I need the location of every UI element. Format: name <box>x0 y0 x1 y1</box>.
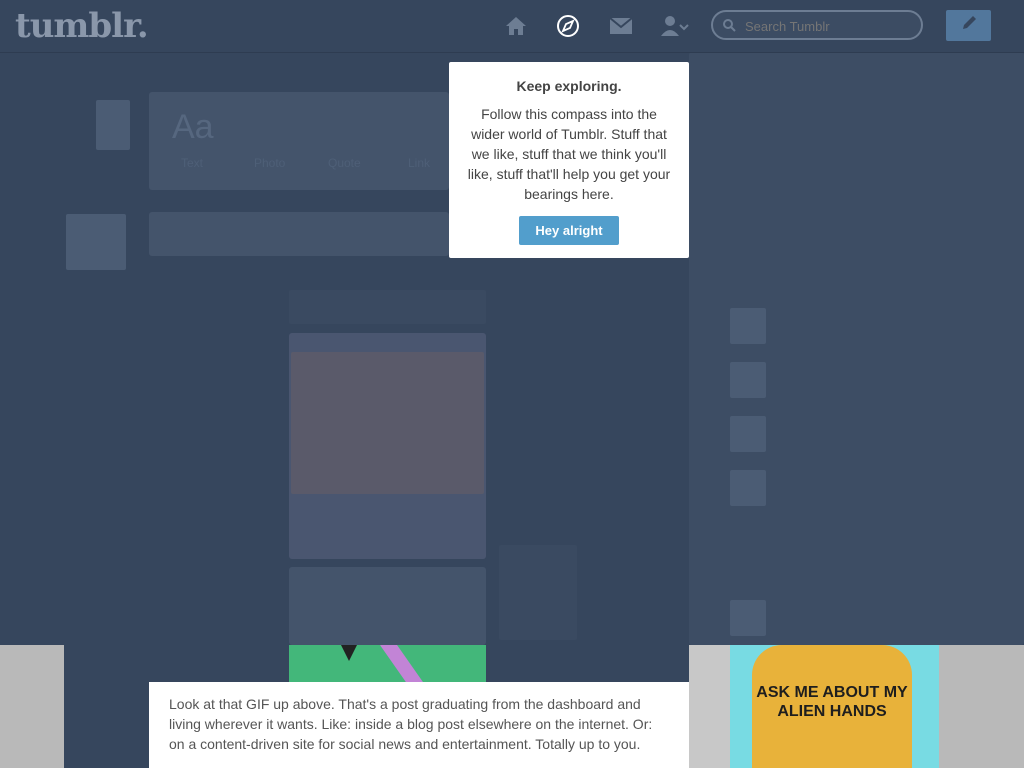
article-panel: Look at that GIF up above. That's a post… <box>149 682 689 768</box>
ad-image[interactable]: ASK ME ABOUT MY ALIEN HANDS <box>730 645 939 768</box>
account-icon[interactable] <box>660 13 690 39</box>
embed-ghost <box>289 290 486 324</box>
sidebar-ghost <box>499 545 577 640</box>
compose-button[interactable] <box>946 10 991 41</box>
explore-tooltip: Keep exploring. Follow this compass into… <box>449 62 689 258</box>
post-type-label-ghost: Link <box>408 156 431 170</box>
avatar <box>730 308 766 344</box>
avatar <box>96 100 130 150</box>
left-gutter <box>64 645 149 768</box>
gif-image-ghost <box>291 352 484 494</box>
gif-stripe <box>380 645 432 683</box>
hey-alright-button[interactable]: Hey alright <box>519 216 619 245</box>
tooltip-body: Follow this compass into the wider world… <box>467 106 671 202</box>
avatar <box>730 416 766 452</box>
post-type-label-ghost: Photo <box>254 156 286 170</box>
search-icon <box>723 19 736 37</box>
top-navigation-bar: tumblr. <box>0 0 1024 53</box>
compass-icon[interactable] <box>555 13 581 39</box>
shirt-text: ASK ME ABOUT MY ALIEN HANDS <box>756 684 908 720</box>
post-type-label-ghost: Quote <box>328 156 361 170</box>
tumblr-logo[interactable]: tumblr. <box>15 6 149 46</box>
avatar <box>66 214 126 270</box>
right-gutter <box>689 645 730 768</box>
right-panel-ghost <box>689 52 1024 645</box>
search-input[interactable] <box>743 17 917 35</box>
gif-post-preview <box>289 645 486 683</box>
avatar <box>730 470 766 506</box>
mail-icon[interactable] <box>608 13 634 39</box>
search-box[interactable] <box>711 10 923 40</box>
avatar <box>730 362 766 398</box>
avatar <box>730 600 766 636</box>
post-card-ghost <box>289 567 486 645</box>
pencil-icon <box>960 14 978 37</box>
home-icon[interactable] <box>503 13 529 39</box>
article-text: Look at that GIF up above. That's a post… <box>169 696 653 752</box>
post-card-ghost <box>149 212 449 256</box>
post-type-label-ghost: Text <box>181 156 204 170</box>
gif-shape <box>341 645 357 661</box>
tooltip-title: Keep exploring. <box>516 78 622 94</box>
post-type-text-ghost: Aa <box>172 108 214 146</box>
